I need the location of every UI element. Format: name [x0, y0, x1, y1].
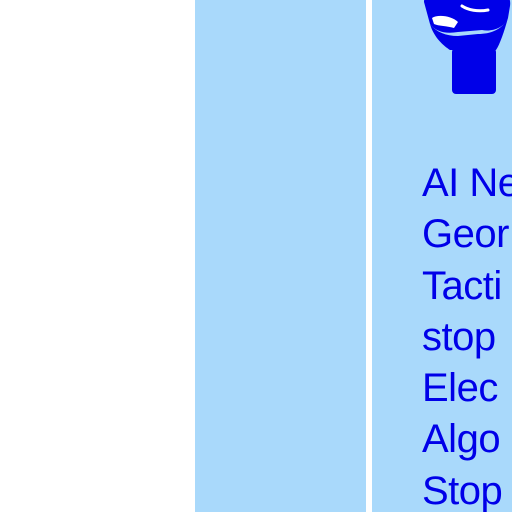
card-line-4[interactable]: stop [422, 312, 512, 363]
card-text-lines: AI Ne Geor Tacti stop Elec Algo Stop [422, 158, 512, 512]
side-panel [195, 0, 366, 512]
card-line-5[interactable]: Elec [422, 363, 512, 414]
page: AI Ne Geor Tacti stop Elec Algo Stop [0, 0, 512, 512]
card-line-6[interactable]: Algo [422, 414, 512, 465]
blank-area [0, 0, 195, 512]
card-line-7[interactable]: Stop [422, 466, 512, 512]
card-line-2[interactable]: Geor [422, 209, 512, 260]
content-card[interactable]: AI Ne Geor Tacti stop Elec Algo Stop [372, 0, 512, 512]
card-line-3[interactable]: Tacti [422, 261, 512, 312]
card-line-1[interactable]: AI Ne [422, 158, 512, 209]
raised-fist-icon [418, 0, 512, 100]
